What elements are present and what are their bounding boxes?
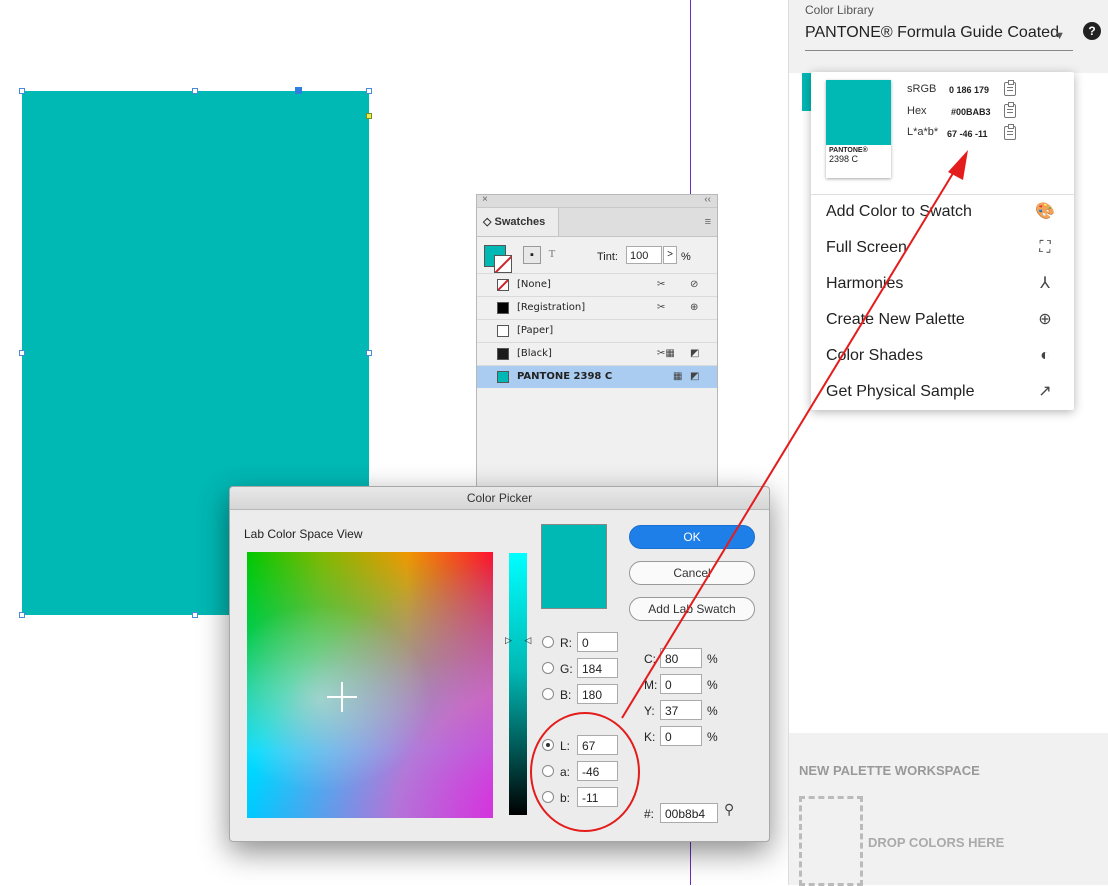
annotation-arrow bbox=[621, 150, 968, 719]
